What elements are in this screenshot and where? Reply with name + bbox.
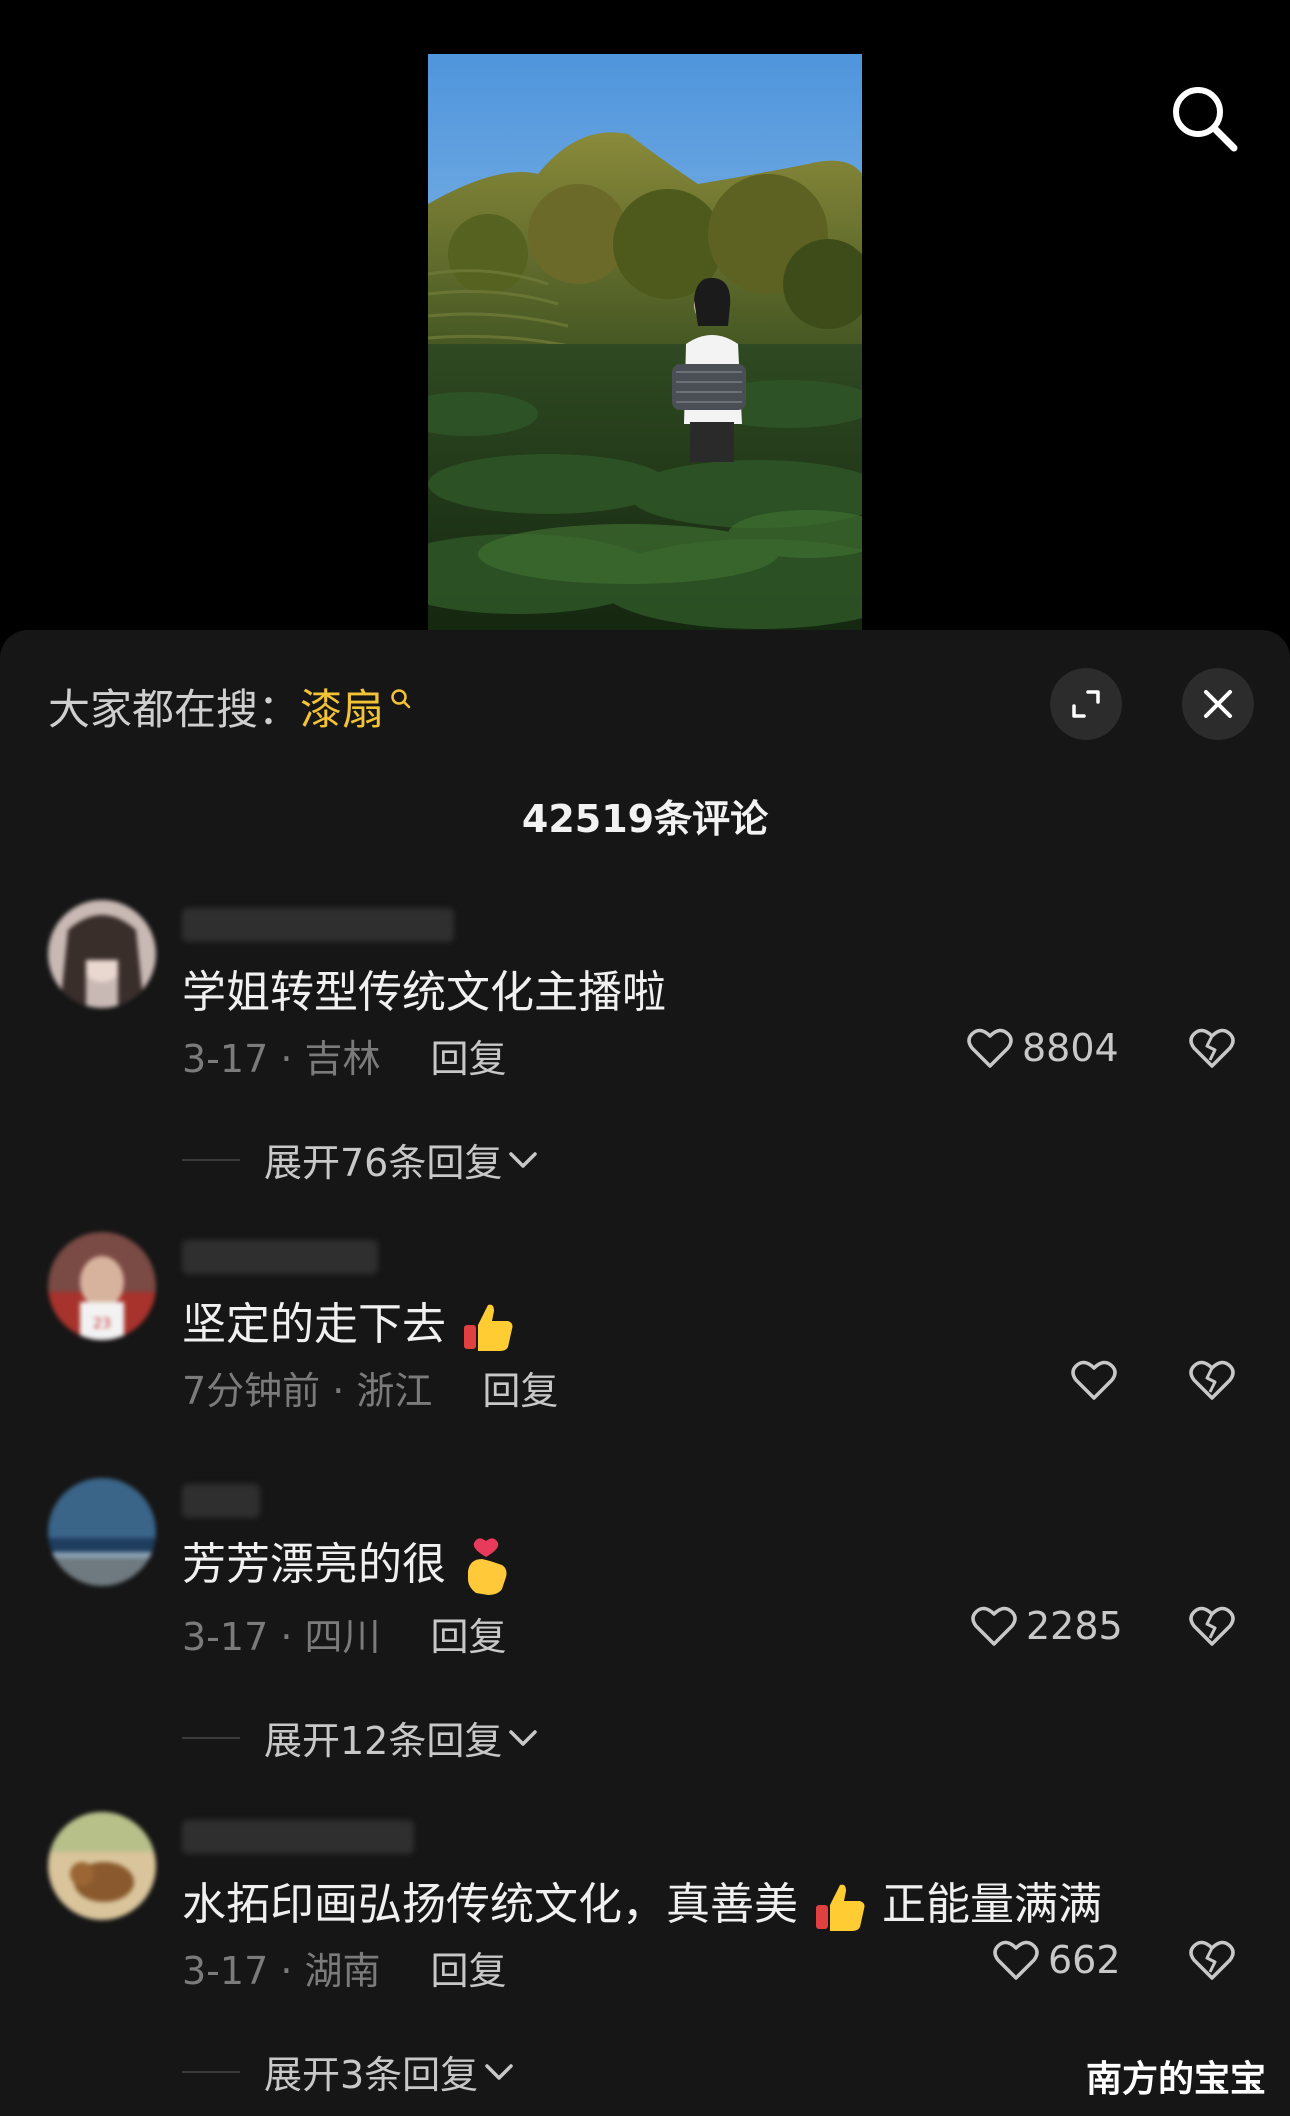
thumbs-up-emoji-icon bbox=[464, 1304, 513, 1351]
video-player[interactable] bbox=[0, 0, 1290, 640]
heart-icon bbox=[1071, 1360, 1117, 1400]
chevron-down-icon bbox=[509, 1151, 538, 1168]
close-icon bbox=[1204, 690, 1232, 718]
comment-meta: 3-17 · 湖南 回复 bbox=[182, 1940, 507, 1995]
close-button[interactable] bbox=[1182, 668, 1254, 740]
comment-sheet: 大家都在搜： 漆扇 42519条评论 学姐转型传统文化主播啦 3-17 · 吉林… bbox=[0, 630, 1290, 2116]
username-blurred[interactable] bbox=[182, 908, 454, 942]
broken-heart-icon bbox=[1189, 1606, 1235, 1646]
comment-time-location: 3-17 · 吉林 bbox=[182, 1037, 381, 1081]
heart-icon bbox=[967, 1028, 1013, 1068]
like-button[interactable]: 8804 bbox=[966, 1026, 1119, 1070]
divider-line bbox=[182, 2070, 240, 2073]
search-button[interactable] bbox=[1168, 82, 1240, 154]
comment-meta: 3-17 · 吉林 回复 bbox=[182, 1028, 507, 1083]
expand-replies[interactable]: 展开76条回复 bbox=[182, 1132, 538, 1187]
expand-replies-label: 展开76条回复 bbox=[264, 1141, 503, 1185]
chevron-down-icon bbox=[485, 2063, 513, 2080]
comment-time-location: 7分钟前 · 浙江 bbox=[182, 1369, 433, 1413]
video-thumbnail[interactable] bbox=[428, 54, 862, 640]
expand-button[interactable] bbox=[1050, 668, 1122, 740]
like-button[interactable]: 2285 bbox=[970, 1604, 1123, 1648]
tea-field-scene bbox=[428, 54, 862, 640]
search-small-icon bbox=[391, 688, 411, 708]
username-blurred[interactable] bbox=[182, 1484, 260, 1518]
like-button[interactable] bbox=[1070, 1358, 1118, 1402]
avatar[interactable]: 23 bbox=[48, 1232, 156, 1340]
reply-button[interactable]: 回复 bbox=[430, 1028, 506, 1083]
avatar[interactable] bbox=[48, 1812, 156, 1920]
divider-line bbox=[182, 1158, 240, 1161]
reply-button[interactable]: 回复 bbox=[430, 1940, 506, 1995]
avatar[interactable] bbox=[48, 900, 156, 1008]
expand-icon bbox=[1072, 690, 1100, 718]
comment-time-location: 3-17 · 湖南 bbox=[182, 1949, 381, 1993]
thumbs-up-emoji-icon bbox=[816, 1884, 865, 1931]
avatar[interactable] bbox=[48, 1478, 156, 1586]
heart-icon bbox=[971, 1606, 1017, 1646]
trending-keyword[interactable]: 漆扇 bbox=[300, 676, 384, 737]
dislike-button[interactable] bbox=[1188, 1026, 1236, 1074]
expand-replies-label: 展开3条回复 bbox=[264, 2053, 479, 2097]
dislike-button[interactable] bbox=[1188, 1938, 1236, 1986]
expand-replies[interactable]: 展开12条回复 bbox=[182, 1710, 538, 1765]
comment-count: 42519条评论 bbox=[521, 797, 769, 841]
like-count: 8804 bbox=[1022, 1026, 1119, 1070]
expand-replies-label: 展开12条回复 bbox=[264, 1719, 503, 1763]
trending-search[interactable]: 大家都在搜： 漆扇 bbox=[48, 676, 412, 737]
comment-text-body: 坚定的走下去 bbox=[182, 1299, 446, 1350]
broken-heart-icon bbox=[1189, 1028, 1235, 1068]
finger-heart-emoji-icon bbox=[468, 1538, 507, 1595]
chevron-down-icon bbox=[509, 1729, 538, 1746]
comment-text: 坚定的走下去 bbox=[182, 1288, 516, 1355]
broken-heart-icon bbox=[1189, 1940, 1235, 1980]
comment-time-location: 3-17 · 四川 bbox=[182, 1615, 381, 1659]
like-button[interactable]: 662 bbox=[992, 1938, 1121, 1982]
username-blurred[interactable] bbox=[182, 1240, 378, 1274]
trending-prefix: 大家都在搜： bbox=[48, 685, 301, 734]
dislike-button[interactable] bbox=[1188, 1604, 1236, 1652]
dislike-button[interactable] bbox=[1188, 1358, 1236, 1406]
comment-text: 学姐转型传统文化主播啦 bbox=[182, 967, 666, 1018]
expand-replies[interactable]: 展开3条回复 bbox=[182, 2044, 514, 2099]
reply-button[interactable]: 回复 bbox=[430, 1606, 506, 1661]
broken-heart-icon bbox=[1189, 1360, 1235, 1400]
comment-text: 芳芳漂亮的很 bbox=[182, 1528, 512, 1597]
svg-text:23: 23 bbox=[93, 1316, 111, 1332]
comment-text-body: 水拓印画弘扬传统文化，真善美 bbox=[182, 1879, 798, 1930]
reply-button[interactable]: 回复 bbox=[482, 1360, 558, 1415]
comment-text-body: 芳芳漂亮的很 bbox=[182, 1539, 446, 1590]
like-count: 662 bbox=[1048, 1938, 1121, 1982]
watermark: 南方的宝宝 bbox=[1086, 2059, 1267, 2100]
comment-text-tail: 正能量满满 bbox=[882, 1879, 1102, 1930]
heart-icon bbox=[993, 1940, 1039, 1980]
comment-meta: 7分钟前 · 浙江 回复 bbox=[182, 1360, 558, 1415]
comment-meta: 3-17 · 四川 回复 bbox=[182, 1606, 507, 1661]
divider-line bbox=[182, 1736, 240, 1739]
comment-text: 水拓印画弘扬传统文化，真善美 正能量满满 bbox=[182, 1868, 1102, 1935]
search-icon bbox=[1173, 87, 1238, 152]
username-blurred[interactable] bbox=[182, 1820, 414, 1854]
like-count: 2285 bbox=[1026, 1604, 1123, 1648]
